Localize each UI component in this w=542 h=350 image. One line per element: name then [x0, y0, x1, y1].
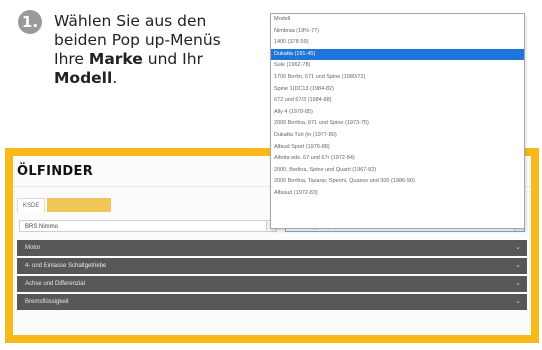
model-option[interactable]: Dukatta Turi (in (1977-80): [271, 130, 524, 142]
accordion-item-label: 4- und Einlasse Schaltgetriebe: [25, 263, 107, 269]
instruction-line-4-post: .: [112, 69, 118, 87]
instruction-line-2: beiden Pop up-Menüs: [54, 31, 221, 49]
model-option[interactable]: Ally 4 (1978-85): [271, 107, 524, 119]
accordion-item-motor[interactable]: Motor ⌄: [17, 240, 527, 256]
instruction-line-3-pre: Ihre: [54, 50, 89, 68]
instruction-brand-keyword: Marke: [88, 50, 143, 68]
tab-secondary[interactable]: [47, 198, 112, 212]
model-option[interactable]: 2000, Berlina, Spine und Quarti (1967-82…: [271, 165, 524, 177]
vehicle-tabs: KSDE: [17, 198, 113, 213]
model-option[interactable]: Dukatta (191-45): [271, 48, 524, 61]
model-dropdown-list: Modell Nimbraa (18%-77) 1400 (378-59) Du…: [270, 13, 525, 229]
model-option[interactable]: 2000 Berlina, 671 und Spine (1973-75): [271, 118, 524, 130]
instruction-model-keyword: Modell: [54, 69, 113, 87]
chevron-down-icon: ⌄: [515, 244, 521, 251]
model-option[interactable]: Alfasud (1972-83): [271, 188, 524, 200]
model-option[interactable]: Alfetta eds. 67 und 67r (1972-84): [271, 153, 524, 165]
brand-select[interactable]: BRS Nimmo ▾: [19, 220, 277, 232]
model-option[interactable]: Sule (1962-78): [271, 60, 524, 72]
model-option[interactable]: Modell: [271, 14, 524, 26]
accordion-item-label: Motor: [25, 245, 41, 251]
step-number: 1.: [21, 13, 39, 31]
brand-select-value: BRS Nimmo: [25, 224, 59, 230]
model-option[interactable]: 1700 Berlin, 671 und Spine (1980/72): [271, 72, 524, 84]
chevron-down-icon: ⌄: [515, 298, 521, 305]
instruction-line-3-post: und Ihr: [142, 50, 203, 68]
model-option[interactable]: 2000 Berlina, Tazarar, Sperini, Quasso u…: [271, 176, 524, 188]
chevron-down-icon: ⌄: [515, 280, 521, 287]
tab-ksde[interactable]: KSDE: [17, 198, 46, 213]
chevron-down-icon: ⌄: [515, 262, 521, 269]
model-option[interactable]: Nimbraa (18%-77): [271, 26, 524, 38]
step-instruction: Wählen Sie aus den beiden Pop up-Menüs I…: [54, 12, 264, 88]
accordion-item-label: Bremsflüssigkeit: [25, 299, 69, 305]
model-option[interactable]: Alfaud Sport (1979-88): [271, 142, 524, 154]
model-option[interactable]: 672 und 67/3 (1984-88): [271, 95, 524, 107]
accordion-item-gearbox[interactable]: 4- und Einlasse Schaltgetriebe ⌄: [17, 258, 527, 274]
step-number-badge: 1.: [18, 10, 42, 34]
instruction-line-1: Wählen Sie aus den: [54, 12, 207, 30]
accordion-item-brakes[interactable]: Bremsflüssigkeit ⌄: [17, 294, 527, 310]
model-option[interactable]: Spine 1(DC13 (1984-82): [271, 84, 524, 96]
model-option[interactable]: 1400 (378-59): [271, 37, 524, 49]
accordion-item-axle[interactable]: Achse und Differenzial ⌄: [17, 276, 527, 292]
accordion-item-label: Achse und Differenzial: [25, 281, 85, 287]
oelfinder-logo: ÖLFINDER: [17, 164, 94, 179]
category-accordion: Motor ⌄ 4- und Einlasse Schaltgetriebe ⌄…: [17, 240, 527, 312]
